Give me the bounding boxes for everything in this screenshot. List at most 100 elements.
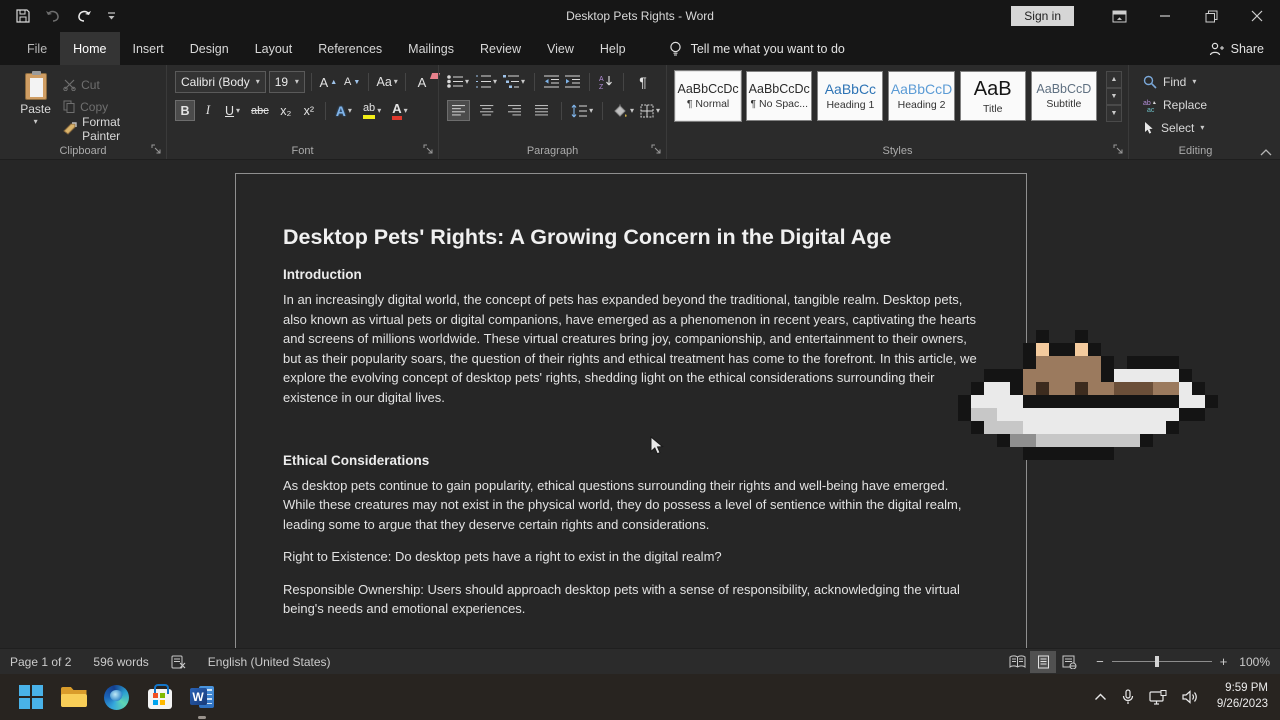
paste-button[interactable]: Paste ▾ <box>8 71 63 142</box>
numbering-button[interactable]: ▾ <box>475 75 497 88</box>
styles-more-icon[interactable]: ▼ <box>1106 105 1122 122</box>
proofing-errors-icon[interactable] <box>171 655 186 669</box>
tab-file[interactable]: File <box>14 32 60 65</box>
justify-button[interactable] <box>531 100 552 121</box>
edge-browser-icon[interactable] <box>103 684 130 711</box>
microphone-icon[interactable] <box>1122 689 1134 705</box>
decrease-indent-button[interactable] <box>544 75 559 88</box>
word-count[interactable]: 596 words <box>93 655 148 669</box>
style-no-spacing[interactable]: AaBbCcDc ¶ No Spac... <box>746 71 812 121</box>
tab-insert[interactable]: Insert <box>120 32 177 65</box>
format-painter-button[interactable]: Format Painter <box>63 119 160 138</box>
increase-indent-button[interactable] <box>565 75 580 88</box>
align-center-button[interactable] <box>476 100 497 121</box>
tab-design[interactable]: Design <box>177 32 242 65</box>
zoom-in-button[interactable]: + <box>1220 654 1228 669</box>
text-highlight-button[interactable]: ab▾ <box>359 100 385 121</box>
tab-home[interactable]: Home <box>60 32 119 65</box>
shrink-font-button[interactable]: A▼ <box>342 72 362 93</box>
tab-mailings[interactable]: Mailings <box>395 32 467 65</box>
styles-scroll-up-icon[interactable]: ▲ <box>1106 71 1122 88</box>
sign-in-button[interactable]: Sign in <box>1011 6 1074 26</box>
network-icon[interactable] <box>1149 690 1167 705</box>
tab-view[interactable]: View <box>534 32 587 65</box>
paste-clipboard-icon <box>25 73 47 100</box>
bullets-button[interactable]: ▾ <box>447 75 469 88</box>
show-paragraph-marks-button[interactable]: ¶ <box>633 71 653 92</box>
style-heading-2[interactable]: AaBbCcD Heading 2 <box>888 71 954 121</box>
align-right-button[interactable] <box>504 100 525 121</box>
share-button[interactable]: Share <box>1209 32 1280 65</box>
style-normal[interactable]: AaBbCcDc ¶ Normal <box>675 71 741 121</box>
style-title[interactable]: AaB Title <box>960 71 1026 121</box>
styles-dialog-launcher-icon[interactable] <box>1113 144 1124 155</box>
language-indicator[interactable]: English (United States) <box>208 655 331 669</box>
replace-button[interactable]: abac Replace <box>1143 94 1256 115</box>
close-button[interactable] <box>1234 0 1280 32</box>
speaker-icon[interactable] <box>1182 690 1198 704</box>
clipboard-dialog-launcher-icon[interactable] <box>151 144 162 155</box>
font-size-combobox[interactable]: 19 ▾ <box>269 71 305 93</box>
redo-icon[interactable] <box>76 10 92 23</box>
undo-icon[interactable] <box>45 10 61 23</box>
paragraph-dialog-launcher-icon[interactable] <box>651 144 662 155</box>
ribbon-display-options-icon[interactable] <box>1096 0 1142 32</box>
font-dialog-launcher-icon[interactable] <box>423 144 434 155</box>
copy-button[interactable]: Copy <box>63 97 160 116</box>
customize-quick-access-icon[interactable] <box>107 11 116 21</box>
italic-button[interactable]: I <box>198 100 218 121</box>
bold-button[interactable]: B <box>175 100 195 121</box>
read-mode-button[interactable] <box>1004 651 1030 673</box>
font-color-button[interactable]: A▾ <box>388 100 411 121</box>
borders-button[interactable]: ▾ <box>640 104 660 118</box>
font-family-combobox[interactable]: Calibri (Body ▾ <box>175 71 266 93</box>
save-icon[interactable] <box>16 9 30 23</box>
document-page[interactable]: Desktop Pets' Rights: A Growing Concern … <box>235 173 1027 648</box>
start-button[interactable] <box>17 684 44 711</box>
text-effects-button[interactable]: A▾ <box>332 100 356 121</box>
find-button[interactable]: Find ▾ <box>1143 71 1256 92</box>
zoom-percentage[interactable]: 100% <box>1239 655 1270 669</box>
microsoft-store-icon[interactable] <box>146 684 173 711</box>
align-left-button[interactable] <box>447 100 470 121</box>
styles-scroll-down-icon[interactable]: ▼ <box>1106 88 1122 105</box>
style-heading-1[interactable]: AaBbCc Heading 1 <box>817 71 883 121</box>
taskbar: W 9:59 PM 9/26/2023 <box>0 674 1280 720</box>
tab-references[interactable]: References <box>305 32 395 65</box>
zoom-slider[interactable] <box>1112 661 1212 662</box>
line-spacing-button[interactable]: ▾ <box>571 104 593 118</box>
font-family-caret: ▾ <box>256 78 260 86</box>
cut-button[interactable]: Cut <box>63 75 160 94</box>
zoom-slider-thumb[interactable] <box>1155 656 1159 667</box>
clear-formatting-button[interactable]: A <box>412 72 432 93</box>
underline-button[interactable]: U▾ <box>221 100 244 121</box>
sort-button[interactable]: AZ <box>599 75 614 89</box>
desktop-pet-cat[interactable] <box>958 330 1218 460</box>
shading-button[interactable]: ▾ <box>612 104 634 118</box>
web-layout-button[interactable] <box>1056 651 1082 673</box>
zoom-out-button[interactable]: − <box>1096 654 1104 669</box>
change-case-button[interactable]: Aa▾ <box>375 72 399 93</box>
print-layout-button[interactable] <box>1030 651 1056 673</box>
subscript-button[interactable]: x₂ <box>276 100 296 121</box>
file-explorer-icon[interactable] <box>60 684 87 711</box>
tell-me-box[interactable]: Tell me what you want to do <box>669 32 845 65</box>
select-button[interactable]: Select ▾ <box>1143 117 1256 138</box>
tab-layout[interactable]: Layout <box>242 32 306 65</box>
taskbar-clock[interactable]: 9:59 PM 9/26/2023 <box>1217 681 1268 712</box>
collapse-ribbon-icon[interactable] <box>1260 148 1272 156</box>
share-person-icon <box>1209 42 1224 56</box>
grow-font-button[interactable]: A▲ <box>318 72 339 93</box>
minimize-button[interactable] <box>1142 0 1188 32</box>
strikethrough-button[interactable]: abc <box>247 100 273 121</box>
tray-overflow-chevron-icon[interactable] <box>1094 693 1107 701</box>
style-subtitle[interactable]: AaBbCcD Subtitle <box>1031 71 1097 121</box>
page-indicator[interactable]: Page 1 of 2 <box>10 655 71 669</box>
tab-help[interactable]: Help <box>587 32 639 65</box>
restore-button[interactable] <box>1188 0 1234 32</box>
tab-review[interactable]: Review <box>467 32 534 65</box>
word-taskbar-icon[interactable]: W <box>189 684 216 711</box>
format-painter-brush-icon <box>63 122 77 135</box>
superscript-button[interactable]: x² <box>299 100 319 121</box>
multilevel-list-button[interactable]: ▾ <box>503 75 525 88</box>
